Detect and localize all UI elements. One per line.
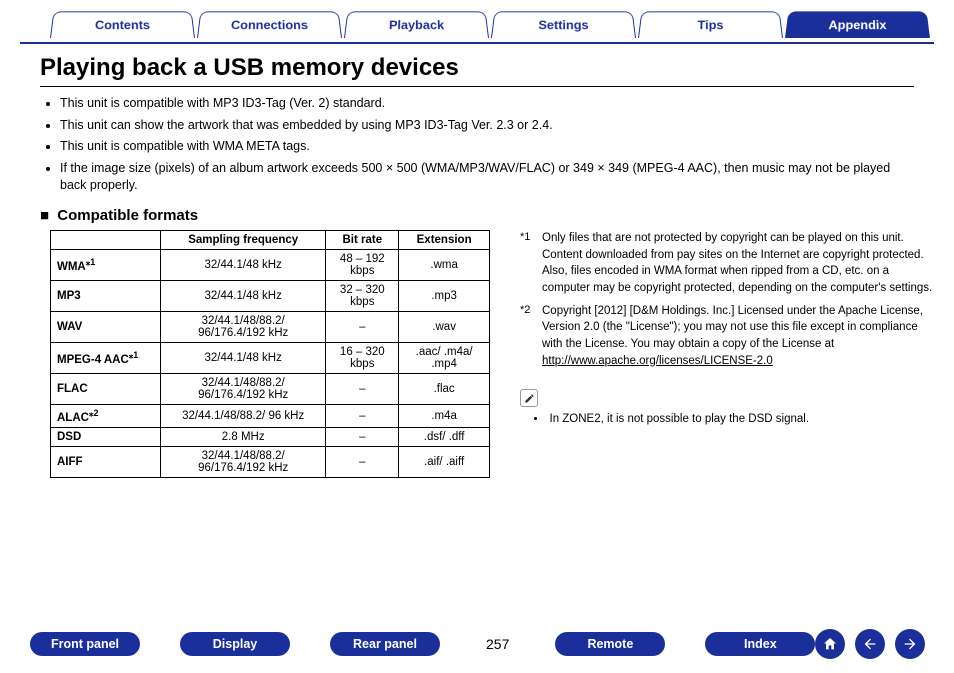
cell-format-name: FLAC — [51, 374, 161, 405]
cell-extension: .aac/ .m4a/ .mp4 — [399, 343, 490, 374]
cell-format-name: MPEG-4 AAC⁎1 — [51, 343, 161, 374]
cell-sampling: 32/44.1/48/88.2/ 96/176.4/192 kHz — [161, 312, 326, 343]
cell-format-name: WAV — [51, 312, 161, 343]
cell-format-name: MP3 — [51, 281, 161, 312]
cell-bitrate: – — [326, 427, 399, 446]
cell-format-name: WMA⁎1 — [51, 250, 161, 281]
cell-extension: .aif/ .aiff — [399, 446, 490, 477]
intro-bullets: This unit is compatible with MP3 ID3-Tag… — [60, 95, 914, 195]
cell-format-name: AIFF — [51, 446, 161, 477]
tab-contents[interactable]: Contents — [50, 11, 195, 38]
page-number: 257 — [480, 636, 515, 652]
pill-rear-panel[interactable]: Rear panel — [330, 632, 440, 656]
cell-bitrate: – — [326, 446, 399, 477]
cell-extension: .mp3 — [399, 281, 490, 312]
table-row: AIFF32/44.1/48/88.2/ 96/176.4/192 kHz–.a… — [51, 446, 490, 477]
tab-tips[interactable]: Tips — [638, 11, 783, 38]
section-header: ■ Compatible formats — [40, 207, 934, 225]
cell-extension: .wma — [399, 250, 490, 281]
square-bullet-icon: ■ — [40, 207, 49, 224]
bottom-bar: Front panel Display Rear panel 257 Remot… — [0, 629, 954, 659]
pill-display[interactable]: Display — [180, 632, 290, 656]
bullet-item: If the image size (pixels) of an album a… — [60, 160, 914, 195]
cell-bitrate: – — [326, 312, 399, 343]
tab-connections[interactable]: Connections — [197, 11, 342, 38]
cell-sampling: 2.8 MHz — [161, 427, 326, 446]
pill-remote[interactable]: Remote — [555, 632, 665, 656]
pill-index[interactable]: Index — [705, 632, 815, 656]
footnote-mark: *1 — [520, 230, 542, 297]
table-row: WAV32/44.1/48/88.2/ 96/176.4/192 kHz–.wa… — [51, 312, 490, 343]
tab-playback[interactable]: Playback — [344, 11, 489, 38]
cell-bitrate: – — [326, 405, 399, 428]
th-sampling: Sampling frequency — [161, 231, 326, 250]
footnote-mark: *2 — [520, 303, 542, 370]
cell-extension: .wav — [399, 312, 490, 343]
cell-bitrate: – — [326, 374, 399, 405]
pill-front-panel[interactable]: Front panel — [30, 632, 140, 656]
tab-bar: Contents Connections Playback Settings T… — [20, 10, 934, 38]
formats-table: Sampling frequency Bit rate Extension WM… — [50, 230, 490, 478]
table-row: WMA⁎132/44.1/48 kHz48 – 192 kbps.wma — [51, 250, 490, 281]
footnote-1: *1 Only files that are not protected by … — [520, 230, 934, 297]
footnote-text: Copyright [2012] [D&M Holdings. Inc.] Li… — [542, 303, 934, 370]
next-icon[interactable] — [895, 629, 925, 659]
cell-extension: .m4a — [399, 405, 490, 428]
table-row: MP332/44.1/48 kHz32 – 320 kbps.mp3 — [51, 281, 490, 312]
cell-sampling: 32/44.1/48 kHz — [161, 281, 326, 312]
home-icon[interactable] — [815, 629, 845, 659]
cell-bitrate: 16 – 320 kbps — [326, 343, 399, 374]
cell-extension: .dsf/ .dff — [399, 427, 490, 446]
tab-settings[interactable]: Settings — [491, 11, 636, 38]
th-extension: Extension — [399, 231, 490, 250]
table-row: DSD2.8 MHz–.dsf/ .dff — [51, 427, 490, 446]
cell-extension: .flac — [399, 374, 490, 405]
cell-format-name: DSD — [51, 427, 161, 446]
zone-note: In ZONE2, it is not possible to play the… — [534, 411, 934, 428]
bullet-item: This unit is compatible with MP3 ID3-Tag… — [60, 95, 914, 113]
footnote-text: Only files that are not protected by cop… — [542, 230, 934, 297]
th-blank — [51, 231, 161, 250]
table-row: ALAC⁎232/44.1/48/88.2/ 96 kHz–.m4a — [51, 405, 490, 428]
cell-format-name: ALAC⁎2 — [51, 405, 161, 428]
cell-sampling: 32/44.1/48/88.2/ 96 kHz — [161, 405, 326, 428]
cell-sampling: 32/44.1/48 kHz — [161, 343, 326, 374]
cell-sampling: 32/44.1/48/88.2/ 96/176.4/192 kHz — [161, 446, 326, 477]
table-row: MPEG-4 AAC⁎132/44.1/48 kHz16 – 320 kbps.… — [51, 343, 490, 374]
page-title: Playing back a USB memory devices — [40, 54, 934, 82]
cell-sampling: 32/44.1/48 kHz — [161, 250, 326, 281]
bullet-item: This unit is compatible with WMA META ta… — [60, 138, 914, 156]
cell-bitrate: 32 – 320 kbps — [326, 281, 399, 312]
bullet-item: This unit can show the artwork that was … — [60, 117, 914, 135]
table-row: FLAC32/44.1/48/88.2/ 96/176.4/192 kHz–.f… — [51, 374, 490, 405]
section-title: Compatible formats — [57, 207, 198, 224]
th-bitrate: Bit rate — [326, 231, 399, 250]
cell-bitrate: 48 – 192 kbps — [326, 250, 399, 281]
footnote-2: *2 Copyright [2012] [D&M Holdings. Inc.]… — [520, 303, 934, 370]
prev-icon[interactable] — [855, 629, 885, 659]
license-link[interactable]: http://www.apache.org/licenses/LICENSE-2… — [542, 355, 773, 367]
tab-appendix[interactable]: Appendix — [785, 11, 930, 38]
note-icon — [520, 389, 538, 407]
cell-sampling: 32/44.1/48/88.2/ 96/176.4/192 kHz — [161, 374, 326, 405]
